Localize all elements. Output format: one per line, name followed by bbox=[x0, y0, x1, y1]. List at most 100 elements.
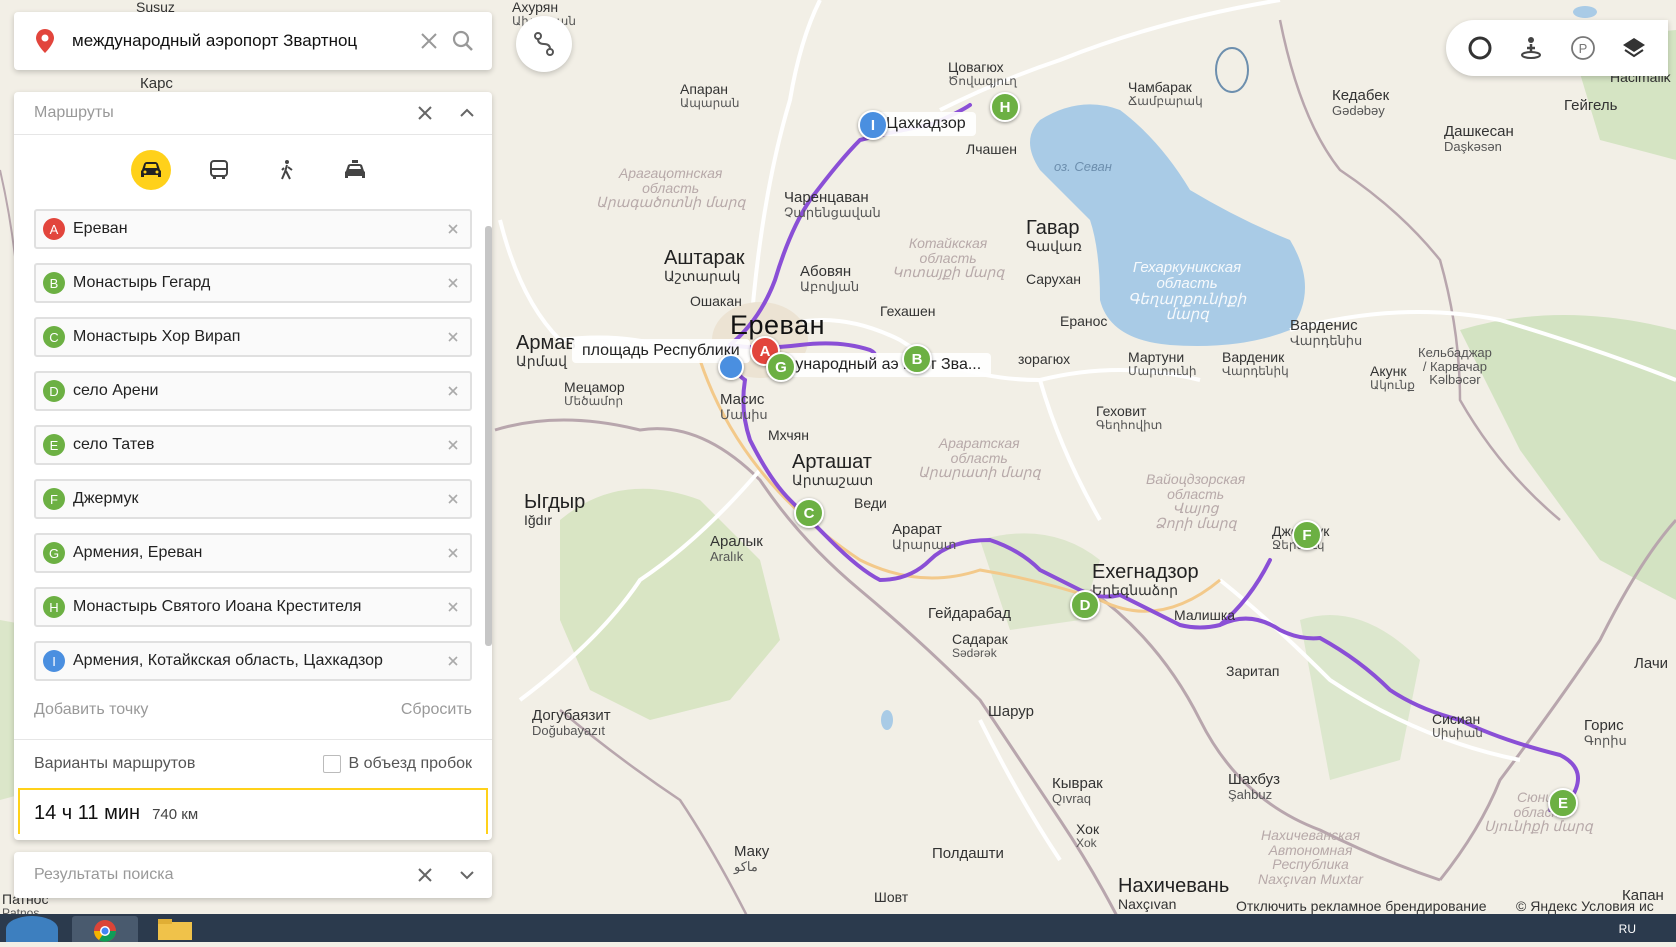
map-label-dashkesan: Дашкесан Daşkəsən bbox=[1444, 123, 1514, 154]
panorama-button[interactable] bbox=[1514, 31, 1548, 65]
taskbar-explorer[interactable] bbox=[150, 916, 202, 942]
remove-waypoint-button[interactable] bbox=[440, 540, 466, 566]
waypoint-name[interactable]: Монастырь Хор Вирап bbox=[73, 328, 440, 346]
waypoint-name[interactable]: Армения, Котайкская область, Цахкадзор bbox=[73, 652, 440, 670]
taskbar-browser[interactable] bbox=[72, 916, 138, 942]
remove-waypoint-button[interactable] bbox=[440, 432, 466, 458]
route-pin-C[interactable]: C bbox=[794, 498, 824, 528]
map-label-aparan: Апаран Ապարան bbox=[680, 81, 740, 110]
waypoint-row[interactable]: F Джермук bbox=[34, 479, 472, 519]
waypoint-row[interactable]: G Армения, Ереван bbox=[34, 533, 472, 573]
disable-branding-link[interactable]: Отключить рекламное брендирование bbox=[1236, 898, 1487, 914]
avoid-traffic-label[interactable]: В объезд пробок bbox=[349, 755, 472, 773]
mode-pedestrian-button[interactable] bbox=[267, 150, 307, 190]
reset-link[interactable]: Сбросить bbox=[401, 701, 472, 719]
copyright-text[interactable]: © Яндекс Условия ис bbox=[1516, 898, 1654, 914]
waypoint-name[interactable]: Ереван bbox=[73, 220, 440, 238]
waypoints-list: A Ереван B Монастырь Гегард C Монастырь … bbox=[14, 209, 492, 681]
map-label-geghashen: Гехашен bbox=[880, 303, 936, 319]
waypoint-row[interactable]: B Монастырь Гегард bbox=[34, 263, 472, 303]
waypoint-row[interactable]: I Армения, Котайкская область, Цахкадзор bbox=[34, 641, 472, 681]
waypoint-name[interactable]: Армения, Ереван bbox=[73, 544, 440, 562]
clear-search-button[interactable] bbox=[412, 24, 446, 58]
waypoint-name[interactable]: Монастырь Гегард bbox=[73, 274, 440, 292]
map-label-sarukhan: Сарухан bbox=[1026, 271, 1082, 287]
waypoint-name[interactable]: Джермук bbox=[73, 490, 440, 508]
mode-car-button[interactable] bbox=[131, 150, 171, 190]
small-lake bbox=[881, 710, 893, 730]
route-options-label: Варианты маршрутов bbox=[34, 755, 196, 772]
map-label-gejdarabad: Гейдарабад bbox=[928, 605, 1011, 622]
svg-text:P: P bbox=[1578, 41, 1587, 56]
search-button[interactable] bbox=[446, 24, 480, 58]
close-icon bbox=[448, 440, 458, 450]
region-label-kotayk: Котайкская область Կոտայքի մարզ bbox=[892, 235, 1005, 281]
tsakhkadzor-bubble[interactable]: Цахкадзор bbox=[876, 112, 976, 136]
mode-bus-button[interactable] bbox=[199, 150, 239, 190]
remove-waypoint-button[interactable] bbox=[440, 378, 466, 404]
map-label-chambarak: Чамбарак Ճամբարակ bbox=[1128, 79, 1203, 108]
avoid-traffic-checkbox[interactable] bbox=[322, 755, 341, 773]
remove-waypoint-button[interactable] bbox=[440, 648, 466, 674]
map-label-lchashen: Лчашен bbox=[966, 141, 1018, 157]
route-toggle-button[interactable] bbox=[516, 16, 572, 72]
remove-waypoint-button[interactable] bbox=[440, 270, 466, 296]
add-point-link[interactable]: Добавить точку bbox=[34, 701, 148, 719]
search-results-panel: Результаты поиска bbox=[14, 852, 492, 898]
close-routes-button[interactable] bbox=[408, 96, 442, 130]
route-option-card[interactable]: 14 ч 11 мин 740 км bbox=[18, 788, 488, 834]
waypoint-row[interactable]: D село Арени bbox=[34, 371, 472, 411]
os-taskbar: RU bbox=[0, 914, 1676, 942]
expand-results-button[interactable] bbox=[450, 858, 484, 892]
map-label-charentsavan: Чаренцаван Չարենցավան bbox=[784, 189, 881, 220]
panel-scrollbar[interactable] bbox=[485, 226, 492, 646]
waypoint-row[interactable]: A Ереван bbox=[34, 209, 472, 249]
remove-waypoint-button[interactable] bbox=[440, 486, 466, 512]
route-pin-F[interactable]: F bbox=[1292, 520, 1322, 550]
route-pin-I[interactable]: I bbox=[858, 110, 888, 140]
route-pin-E[interactable]: E bbox=[1548, 788, 1578, 818]
waypoint-name[interactable]: село Арени bbox=[73, 382, 440, 400]
waypoint-name[interactable]: Монастырь Святого Иоана Крестителя bbox=[73, 598, 440, 616]
close-icon bbox=[448, 278, 458, 288]
waypoint-name[interactable]: село Татев bbox=[73, 436, 440, 454]
map-label-aralik: Аралык Aralık bbox=[710, 533, 763, 564]
route-pin-B[interactable]: B bbox=[902, 344, 932, 374]
map-label-yeghegnadzor: Ехегнадзор Եղեգնաձոր bbox=[1092, 561, 1199, 598]
map-label-dogubayazit: Догубаязит Doğubayazıt bbox=[532, 707, 611, 738]
route-pin-D[interactable]: D bbox=[1070, 590, 1100, 620]
remove-waypoint-button[interactable] bbox=[440, 216, 466, 242]
route-options-row: Варианты маршрутов В объезд пробок bbox=[14, 739, 492, 788]
waypoint-badge: D bbox=[43, 380, 65, 402]
waypoint-badge: G bbox=[43, 542, 65, 564]
start-button[interactable] bbox=[6, 916, 58, 942]
route-pin-G[interactable]: G bbox=[766, 352, 796, 382]
traffic-icon bbox=[1468, 36, 1492, 60]
remove-waypoint-button[interactable] bbox=[440, 594, 466, 620]
taxi-icon bbox=[345, 160, 365, 178]
map-label-malishka: Малишка bbox=[1174, 607, 1236, 623]
airport-bubble[interactable]: дународный аэ порт Зва... bbox=[776, 353, 992, 377]
close-results-button[interactable] bbox=[408, 858, 442, 892]
pedestrian-icon bbox=[281, 160, 293, 180]
language-indicator[interactable]: RU bbox=[1619, 922, 1636, 936]
routes-panel-header: Маршруты bbox=[14, 92, 492, 135]
map-label-abovyan: Абовян Աբովյան bbox=[800, 263, 860, 294]
waypoint-row[interactable]: E село Татев bbox=[34, 425, 472, 465]
map-label-vardenik: Варденик Վարդենիկ bbox=[1222, 349, 1289, 378]
remove-waypoint-button[interactable] bbox=[440, 324, 466, 350]
map-label-shovt: Шовт bbox=[874, 889, 909, 905]
map-label-lachin: Лачи bbox=[1634, 655, 1669, 672]
traffic-button[interactable] bbox=[1463, 31, 1497, 65]
collapse-routes-button[interactable] bbox=[450, 96, 484, 130]
parking-button[interactable]: P bbox=[1566, 31, 1600, 65]
waypoint-row[interactable]: C Монастырь Хор Вирап bbox=[34, 317, 472, 357]
waypoint-row[interactable]: H Монастырь Святого Иоана Крестителя bbox=[34, 587, 472, 627]
route-pin-H[interactable]: H bbox=[990, 92, 1020, 122]
search-input[interactable]: международный аэропорт Звартноц bbox=[72, 31, 412, 51]
route-pin-start[interactable] bbox=[718, 354, 744, 380]
waypoint-badge: A bbox=[43, 218, 65, 240]
layers-button[interactable] bbox=[1617, 31, 1651, 65]
close-icon bbox=[448, 494, 458, 504]
mode-taxi-button[interactable] bbox=[335, 150, 375, 190]
